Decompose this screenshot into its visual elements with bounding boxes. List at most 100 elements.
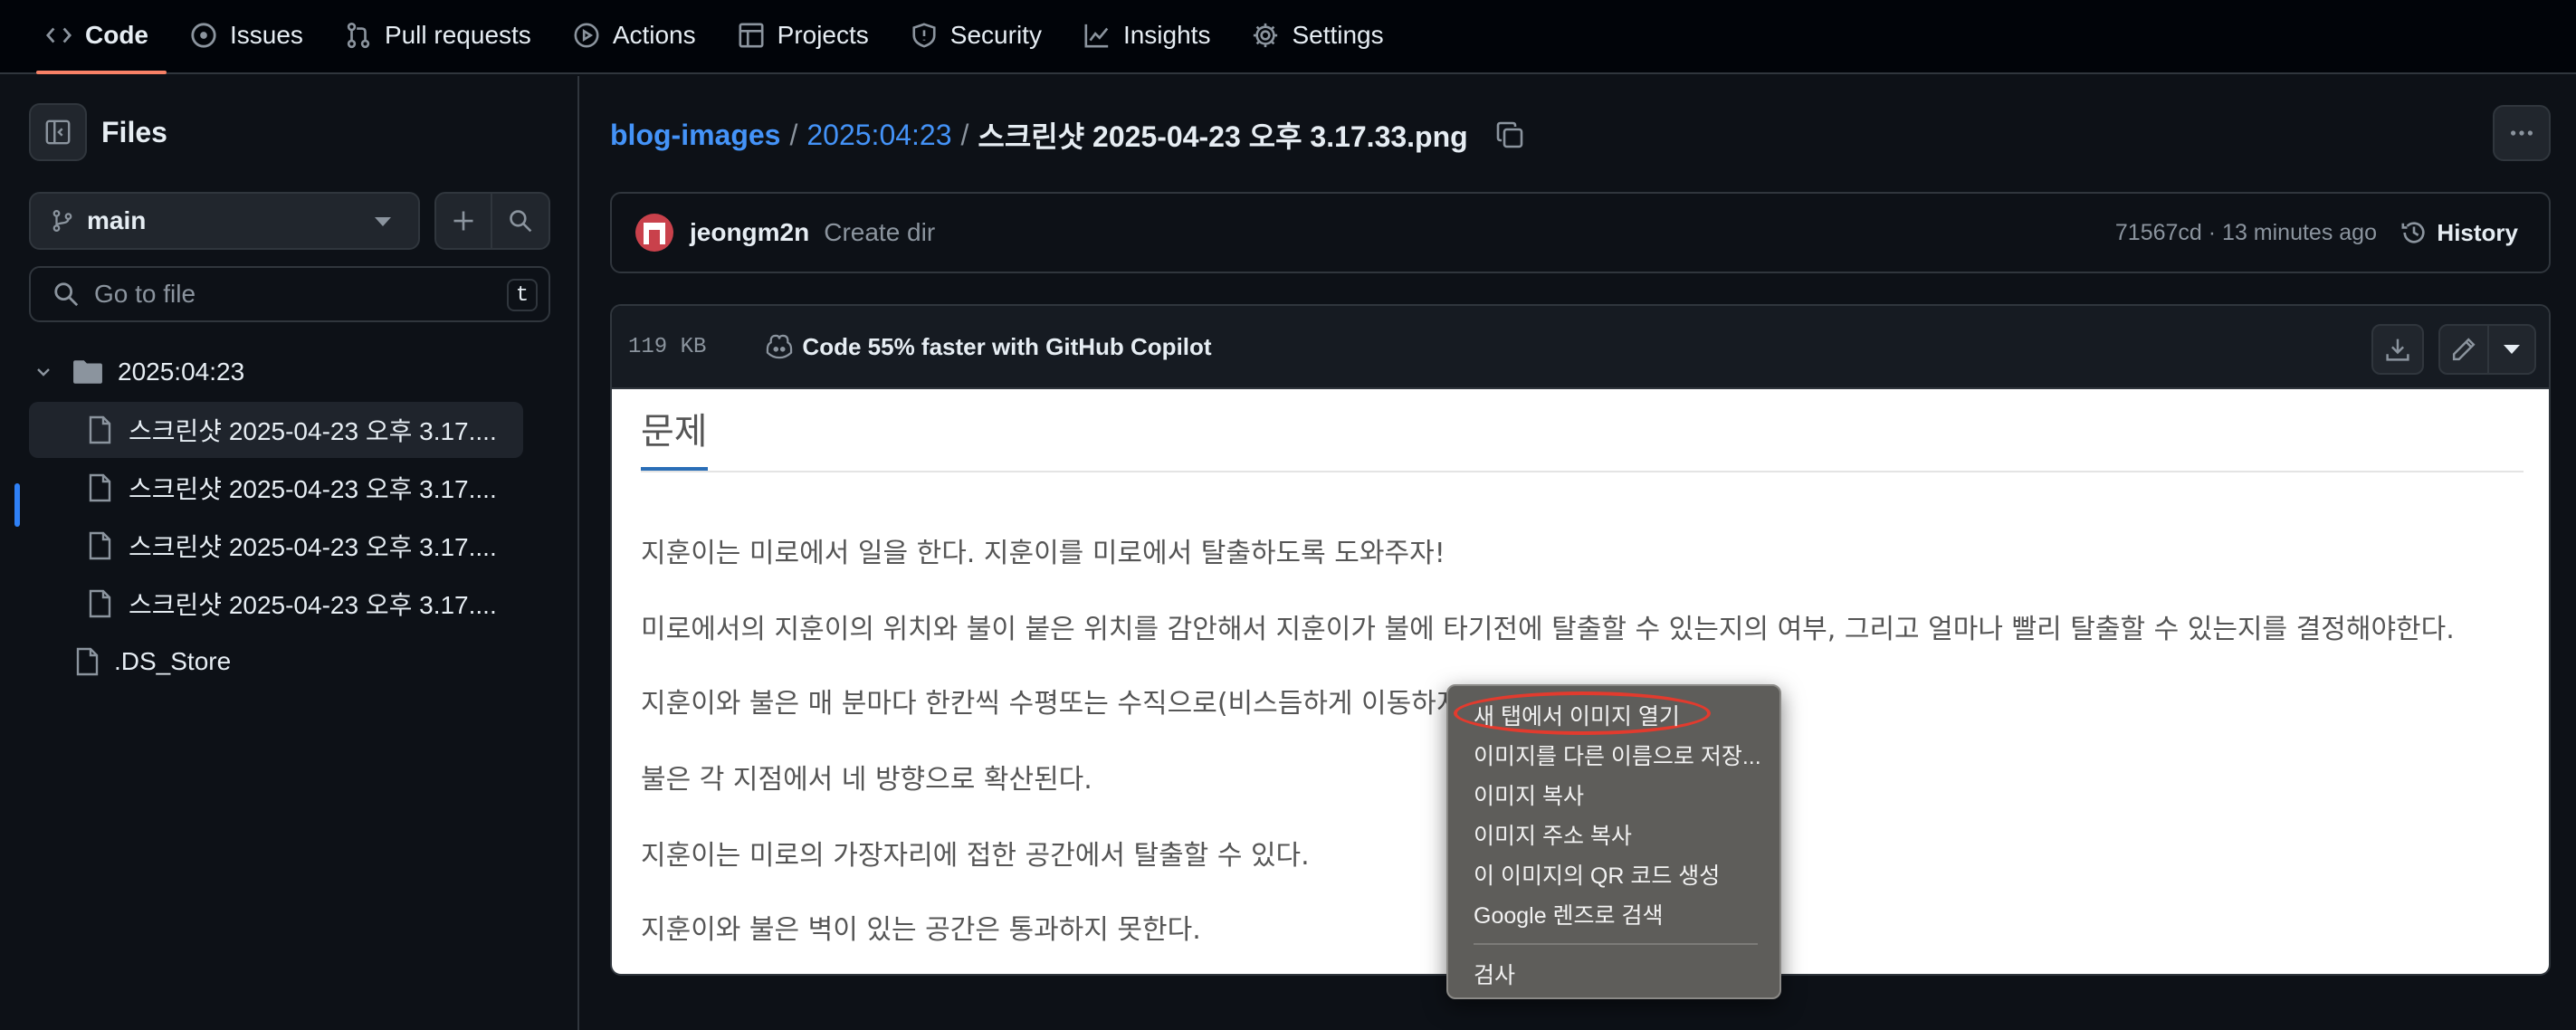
branch-selector[interactable]: main (29, 192, 420, 250)
tree-file[interactable]: 스크린샷 2025-04-23 오후 3.17.... (29, 402, 523, 458)
search-icon (54, 282, 79, 307)
download-button[interactable] (2371, 324, 2424, 375)
image-heading: 문제 (641, 402, 708, 471)
search-icon (510, 210, 532, 233)
tab-issues[interactable]: Issues (172, 0, 321, 72)
repo-nav: Code Issues Pull requests Actions Projec… (0, 0, 2576, 74)
breadcrumb-separator: / (789, 118, 798, 151)
tree-file-ds-store[interactable]: .DS_Store (29, 634, 523, 690)
file-name: 스크린샷 2025-04-23 오후 3.17.... (129, 591, 497, 619)
copilot-promo[interactable]: Code 55% faster with GitHub Copilot (766, 332, 1212, 361)
menu-item-save-image-as[interactable]: 이미지를 다른 이름으로 저장... (1474, 739, 1761, 771)
image-paragraph: 불은 각 지점에서 네 방향으로 확산된다. (641, 764, 1092, 796)
tab-security[interactable]: Security (892, 0, 1060, 72)
tree-folder[interactable]: 2025:04:23 (27, 344, 552, 400)
file-header: 119 KB Code 55% faster with GitHub Copil… (612, 306, 2549, 389)
image-paragraph: 지훈이는 미로에서 일을 한다. 지훈이를 미로에서 탈출하도록 도와주자! (641, 538, 1445, 569)
more-options-button[interactable] (2493, 105, 2551, 161)
copilot-text: Code 55% faster with GitHub Copilot (802, 332, 1212, 360)
tab-insights[interactable]: Insights (1065, 0, 1229, 72)
tab-label: Pull requests (384, 21, 531, 49)
file-name: 스크린샷 2025-04-23 오후 3.17.... (129, 475, 497, 503)
breadcrumb-repo-link[interactable]: blog-images (610, 119, 780, 152)
breadcrumb-current-file: 스크린샷 2025-04-23 오후 3.17.33.png (978, 120, 1468, 153)
go-to-file-field[interactable]: t (29, 266, 550, 322)
chevron-down-icon (375, 217, 391, 226)
history-label: History (2437, 218, 2518, 246)
edit-options-dropdown[interactable] (2487, 324, 2536, 375)
table-icon (739, 23, 764, 48)
tab-label: Code (85, 21, 148, 49)
breadcrumb: blog-images / 2025:04:23 / 스크린샷 2025-04-… (610, 114, 1524, 156)
menu-item-create-qr-code[interactable]: 이 이미지의 QR 코드 생성 (1474, 858, 1720, 891)
file-icon (89, 473, 111, 502)
file-icon (76, 647, 99, 676)
commit-meta[interactable]: 71567cd · 13 minutes ago (2115, 220, 2377, 246)
chevron-down-icon (37, 368, 50, 377)
shortcut-key: t (507, 279, 538, 311)
commit-author[interactable]: jeongm2n (690, 218, 809, 247)
shield-icon (912, 23, 936, 48)
file-name: 스크린샷 2025-04-23 오후 3.17.... (129, 533, 497, 561)
tab-label: Insights (1122, 21, 1211, 49)
tab-label: Projects (777, 21, 869, 49)
file-size: 119 KB (628, 334, 707, 359)
history-button[interactable]: History (2400, 219, 2518, 247)
tree-file[interactable]: 스크린샷 2025-04-23 오후 3.17.... (29, 576, 523, 632)
menu-item-copy-image-address[interactable]: 이미지 주소 복사 (1474, 818, 1632, 851)
tab-actions[interactable]: Actions (555, 0, 714, 72)
issue-icon (191, 23, 216, 48)
pencil-icon (2452, 338, 2476, 361)
menu-divider (1474, 943, 1758, 945)
play-icon (574, 23, 599, 48)
file-icon (89, 415, 111, 444)
add-file-button[interactable] (434, 192, 492, 250)
avatar[interactable] (635, 214, 673, 252)
tab-settings[interactable]: Settings (1234, 0, 1401, 72)
menu-item-inspect[interactable]: 검사 (1474, 958, 1515, 990)
files-heading: Files (101, 116, 167, 148)
tab-label: Security (949, 21, 1042, 49)
tab-label: Actions (612, 21, 696, 49)
tab-code[interactable]: Code (27, 0, 167, 74)
branch-icon (52, 209, 72, 233)
collapse-sidebar-button[interactable] (29, 103, 87, 161)
image-divider (641, 471, 2524, 472)
menu-item-copy-image[interactable]: 이미지 복사 (1474, 778, 1584, 811)
copy-icon[interactable] (1495, 120, 1524, 149)
tab-projects[interactable]: Projects (720, 0, 887, 72)
image-paragraph: 지훈이는 미로의 가장자리에 접한 공간에서 탈출할 수 있다. (641, 840, 1310, 872)
image-paragraph: 미로에서의 지훈이의 위치와 불이 붙은 위치를 감안해서 지훈이가 불에 타기… (641, 614, 2455, 645)
breadcrumb-folder-link[interactable]: 2025:04:23 (806, 119, 951, 152)
go-to-file-input[interactable] (94, 280, 492, 309)
folder-name: 2025:04:23 (118, 358, 245, 386)
search-files-button[interactable] (491, 192, 550, 250)
file-tree-sidebar: Files main t 2025:04:23 스크린샷 2025-04-23 … (0, 76, 579, 1030)
tree-file[interactable]: 스크린샷 2025-04-23 오후 3.17.... (29, 460, 523, 516)
kebab-horizontal-icon (2511, 130, 2533, 136)
edit-file-button[interactable] (2438, 324, 2489, 375)
branch-name: main (87, 206, 147, 234)
commit-message[interactable]: Create dir (824, 218, 935, 247)
file-icon (89, 531, 111, 560)
folder-icon (73, 360, 102, 384)
copilot-icon (767, 334, 793, 359)
code-icon (45, 27, 72, 43)
sidebar-collapse-icon (45, 119, 71, 145)
download-icon (2386, 339, 2409, 361)
image-paragraph: 지훈이와 불은 벽이 있는 공간은 통과하지 못한다. (641, 914, 1201, 946)
history-icon (2401, 222, 2425, 243)
plus-icon (453, 211, 473, 231)
tab-pull-requests[interactable]: Pull requests (327, 0, 549, 72)
tab-label: Issues (230, 21, 303, 49)
latest-commit-bar: jeongm2n Create dir 71567cd · 13 minutes… (610, 192, 2551, 273)
file-icon (89, 589, 111, 618)
file-name: 스크린샷 2025-04-23 오후 3.17.... (129, 417, 497, 445)
tree-file[interactable]: 스크린샷 2025-04-23 오후 3.17.... (29, 518, 523, 574)
selection-indicator (14, 483, 20, 527)
tab-label: Settings (1292, 21, 1384, 49)
menu-item-open-image-new-tab[interactable]: 새 탭에서 이미지 열기 (1474, 699, 1680, 731)
image-context-menu: 새 탭에서 이미지 열기 이미지를 다른 이름으로 저장... 이미지 복사 이… (1446, 684, 1781, 999)
menu-item-search-google-lens[interactable]: Google 렌즈로 검색 (1474, 898, 1664, 930)
breadcrumb-separator: / (960, 118, 969, 151)
